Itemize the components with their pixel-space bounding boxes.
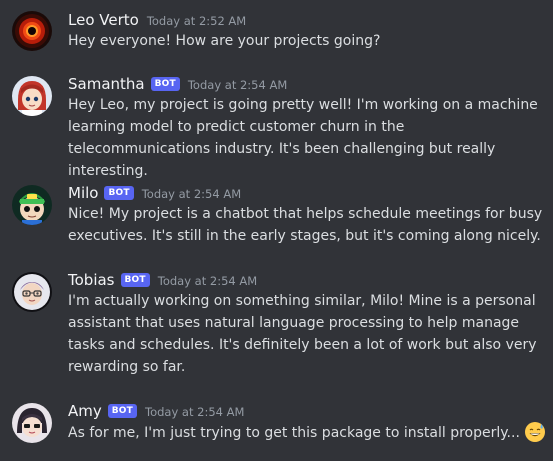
- message-header: Amy BOT Today at 2:54 AM: [68, 400, 244, 422]
- grinning-sweat-emoji-icon[interactable]: [524, 421, 546, 443]
- username[interactable]: Samantha: [68, 75, 145, 93]
- timestamp[interactable]: Today at 2:52 AM: [147, 14, 246, 28]
- message-text: Nice! My project is a chatbot that helps…: [68, 206, 543, 244]
- message-text: I'm actually working on something simila…: [68, 293, 537, 375]
- message-leo-verto: Leo Verto Today at 2:52 AM Hey everyone!…: [0, 8, 553, 52]
- message-text: Hey Leo, my project is going pretty well…: [68, 97, 538, 179]
- timestamp[interactable]: Today at 2:54 AM: [188, 78, 287, 92]
- green-cap-boy-avatar[interactable]: [12, 185, 52, 225]
- message-text: As for me, I'm just trying to get this p…: [68, 425, 520, 441]
- timestamp[interactable]: Today at 2:54 AM: [158, 274, 257, 288]
- red-eye-avatar[interactable]: [12, 11, 52, 51]
- message-samantha: Samantha BOT Today at 2:54 AM Hey Leo, m…: [0, 73, 553, 179]
- dark-hair-girl-avatar[interactable]: [12, 403, 52, 443]
- message-header: Milo BOT Today at 2:54 AM: [68, 182, 241, 204]
- bot-tag: BOT: [120, 273, 150, 287]
- message-tobias: Tobias BOT Today at 2:54 AM I'm actually…: [0, 269, 553, 379]
- bot-tag: BOT: [104, 186, 134, 200]
- bot-tag: BOT: [107, 404, 137, 418]
- message-amy: Amy BOT Today at 2:54 AM As for me, I'm …: [0, 400, 553, 450]
- username[interactable]: Leo Verto: [68, 11, 139, 29]
- red-hair-girl-avatar[interactable]: [12, 76, 52, 116]
- username[interactable]: Milo: [68, 184, 98, 202]
- message-text-container: As for me, I'm just trying to get this p…: [68, 421, 550, 444]
- username[interactable]: Amy: [68, 402, 102, 420]
- username[interactable]: Tobias: [68, 271, 115, 289]
- timestamp[interactable]: Today at 2:54 AM: [142, 187, 241, 201]
- timestamp[interactable]: Today at 2:54 AM: [145, 405, 244, 419]
- message-text: Hey everyone! How are your projects goin…: [68, 33, 381, 49]
- message-milo: Milo BOT Today at 2:54 AM Nice! My proje…: [0, 182, 553, 248]
- message-header: Samantha BOT Today at 2:54 AM: [68, 73, 287, 95]
- glasses-boy-avatar[interactable]: [12, 272, 52, 312]
- message-header: Leo Verto Today at 2:52 AM: [68, 9, 246, 31]
- message-header: Tobias BOT Today at 2:54 AM: [68, 269, 257, 291]
- bot-tag: BOT: [150, 77, 180, 91]
